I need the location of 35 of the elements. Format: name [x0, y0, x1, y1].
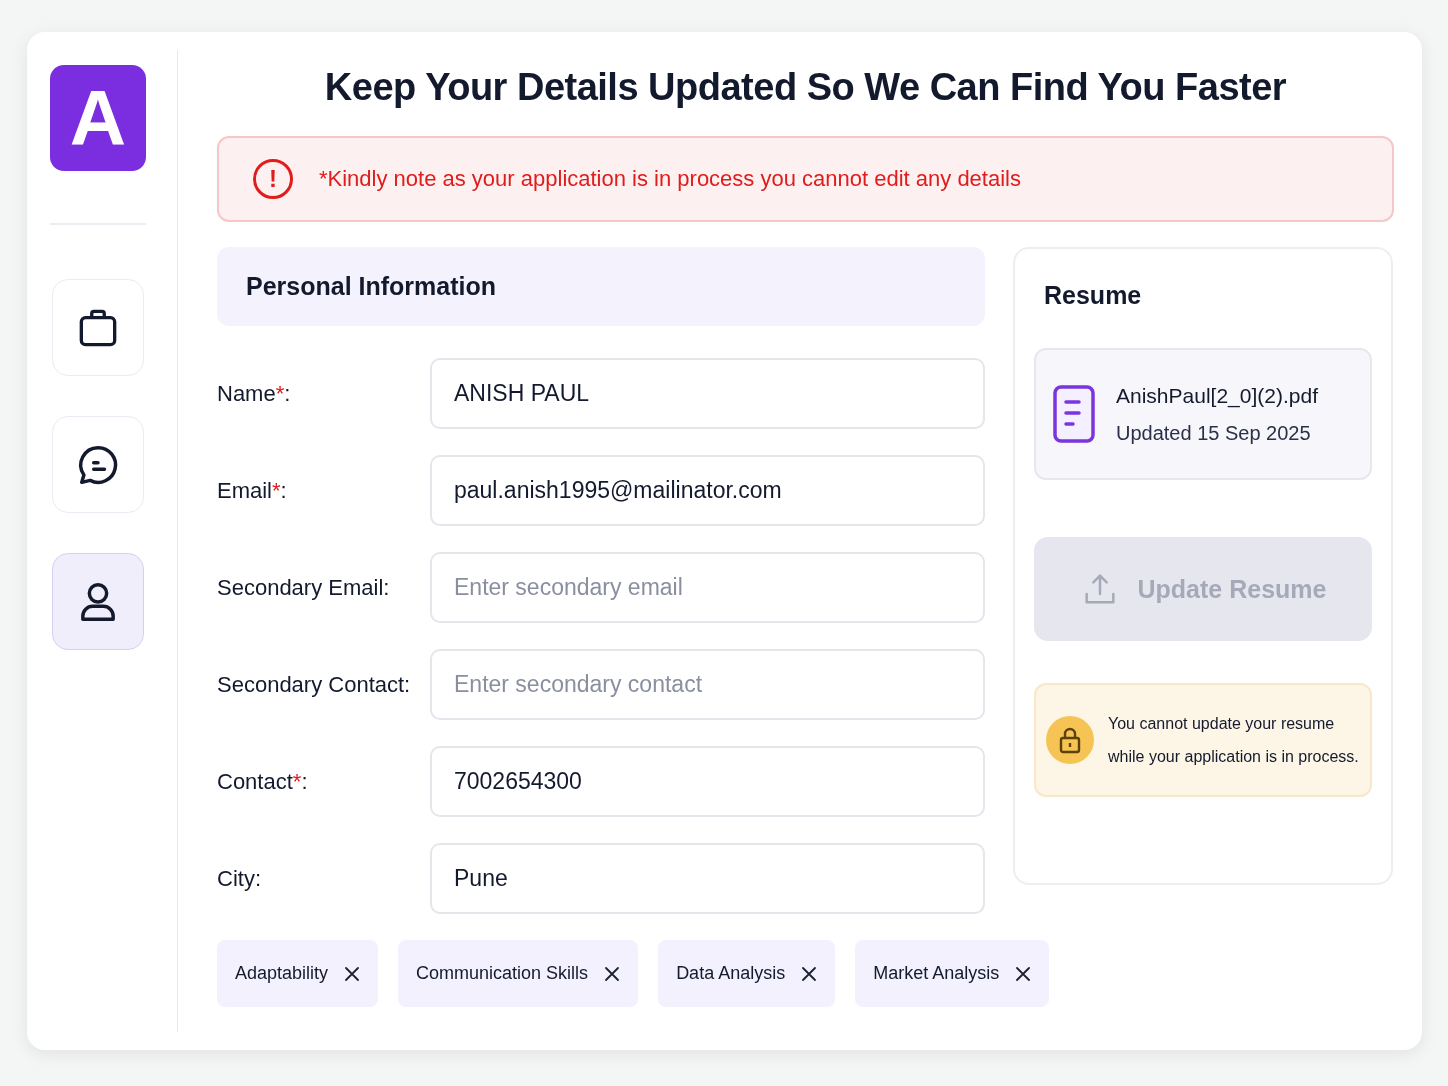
resume-title: Resume — [1044, 281, 1143, 310]
jobs-nav-button[interactable] — [52, 279, 144, 376]
field-label: Email*: — [217, 477, 288, 504]
updated-date: Updated 15 Sep 2025 — [1116, 421, 1312, 445]
input-field[interactable]: 7002654300 — [430, 746, 985, 817]
field-label: Name*: — [217, 380, 292, 407]
remove-icon[interactable] — [1015, 965, 1032, 982]
remove-icon[interactable] — [801, 965, 818, 982]
skill-label: Adaptability — [235, 963, 329, 984]
skill-label: Data Analysis — [676, 963, 786, 984]
profile-nav-button[interactable] — [52, 553, 144, 650]
input-field[interactable]: ANISH PAUL — [430, 358, 985, 429]
field-label: City: — [217, 865, 262, 892]
field-label: Secondary Email: — [217, 574, 391, 601]
input-field[interactable]: paul.anish1995@mailinator.com — [430, 455, 985, 526]
skill-label: Market Analysis — [873, 963, 1000, 984]
remove-icon[interactable] — [604, 965, 621, 982]
alert-text: *Kindly note as your application is in process you cannot edit any details — [319, 166, 1021, 192]
page-title: Keep Your Details Updated So We Can Find You Faster — [323, 66, 1288, 109]
lock-icon — [1046, 716, 1094, 764]
file-card[interactable]: AnishPaul[2_0](2).pdf Updated 15 Sep 2025 — [1034, 348, 1372, 480]
document-icon — [1052, 384, 1096, 444]
field-label: Secondary Contact: — [217, 671, 412, 698]
skill-label: Communication Skills — [416, 963, 589, 984]
remove-icon[interactable] — [344, 965, 361, 982]
input-field[interactable]: Enter secondary email — [430, 552, 985, 623]
input-field[interactable]: Enter secondary contact — [430, 649, 985, 720]
file-name: AnishPaul[2_0](2).pdf — [1116, 383, 1318, 408]
input-field[interactable]: Pune — [430, 843, 985, 914]
notice-text: You cannot update your resume while your application is in process. — [1108, 714, 1360, 767]
section-title: Personal Information — [246, 272, 497, 301]
field-label: Contact*: — [217, 768, 309, 795]
messages-nav-button[interactable] — [52, 416, 144, 513]
logo[interactable]: A — [50, 65, 146, 171]
warning-icon: ! — [253, 159, 293, 199]
